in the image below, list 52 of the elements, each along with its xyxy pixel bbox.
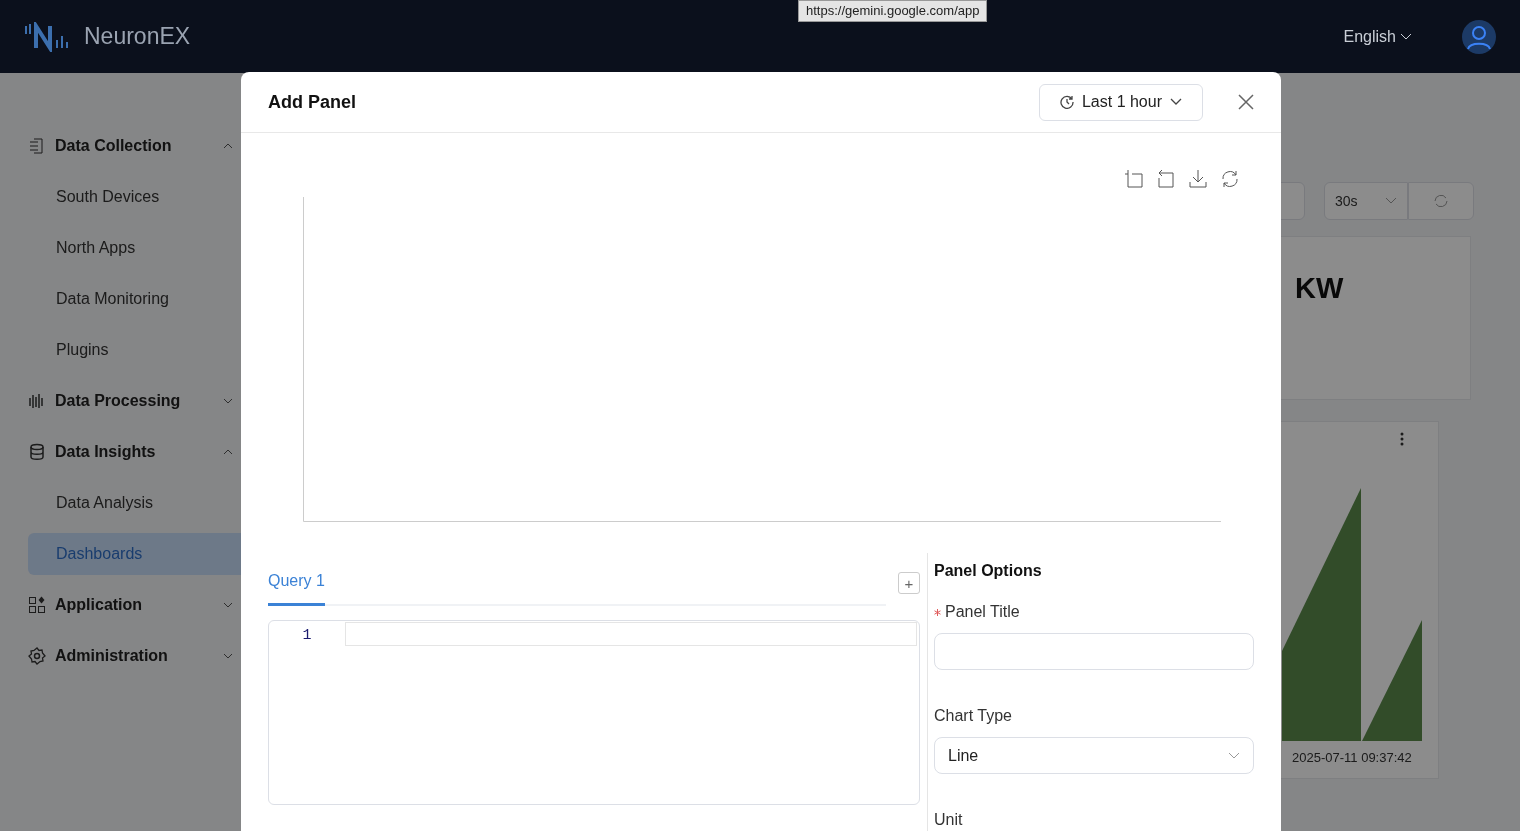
url-tooltip: https://gemini.google.com/app bbox=[798, 0, 988, 22]
field-label: Unit bbox=[934, 810, 963, 830]
chart-type-select[interactable]: Line bbox=[934, 737, 1254, 774]
card-value: KW bbox=[1295, 271, 1344, 306]
query-tab[interactable]: Query 1 bbox=[268, 569, 325, 606]
chevron-down-icon bbox=[223, 653, 233, 659]
sidebar-group[interactable]: Application bbox=[28, 584, 241, 626]
apps-icon bbox=[28, 596, 46, 614]
axis-label: 2025-07-11 09:37:42 bbox=[1292, 749, 1412, 767]
sidebar-item[interactable]: North Apps bbox=[28, 227, 241, 269]
query-editor[interactable]: 1 bbox=[268, 620, 920, 805]
logo-text: NeuronEX bbox=[84, 22, 191, 52]
refresh-select[interactable]: 30s bbox=[1324, 182, 1408, 220]
chevron-down-icon bbox=[223, 398, 233, 404]
section-heading: Panel Options bbox=[934, 561, 1043, 581]
sidebar-item[interactable]: Data Analysis bbox=[28, 482, 241, 524]
add-query-button[interactable]: + bbox=[898, 572, 920, 594]
more-icon[interactable] bbox=[1400, 432, 1404, 446]
undo-icon[interactable] bbox=[1156, 169, 1176, 189]
clock-icon bbox=[1059, 95, 1074, 109]
bars-icon bbox=[28, 392, 46, 410]
text-input[interactable] bbox=[934, 633, 1254, 670]
chevron-up-icon bbox=[223, 143, 233, 149]
time-range-button[interactable]: Last 1 hour bbox=[1038, 83, 1203, 121]
line-number: 1 bbox=[302, 626, 312, 646]
avatar-icon[interactable] bbox=[1462, 19, 1496, 54]
chevron-down-icon bbox=[1400, 32, 1412, 41]
sidebar-item[interactable]: Data Monitoring bbox=[28, 278, 241, 320]
field-label: Chart Type bbox=[934, 706, 1012, 726]
database-icon bbox=[28, 443, 46, 461]
required-icon bbox=[934, 608, 941, 616]
sidebar-group[interactable]: Administration bbox=[28, 635, 241, 677]
chevron-down-icon bbox=[1228, 751, 1240, 760]
refresh-interval-text: 30s bbox=[1335, 191, 1358, 211]
refresh-icon[interactable] bbox=[1220, 169, 1240, 189]
close-icon[interactable] bbox=[1238, 94, 1254, 110]
list-icon bbox=[28, 137, 46, 155]
refresh-icon bbox=[1433, 193, 1449, 209]
chevron-up-icon bbox=[223, 449, 233, 455]
sidebar-group[interactable]: Data Processing bbox=[28, 380, 241, 422]
chevron-down-icon bbox=[223, 602, 233, 608]
sidebar-item[interactable]: Plugins bbox=[28, 329, 241, 371]
sidebar-group[interactable]: Data Insights bbox=[28, 431, 241, 473]
sidebar-group[interactable]: Data Collection bbox=[28, 125, 241, 167]
field-label: Panel Title bbox=[945, 602, 1020, 622]
download-icon[interactable] bbox=[1188, 169, 1208, 189]
chevron-down-icon bbox=[1385, 197, 1397, 205]
dialog-title: Add Panel bbox=[268, 90, 356, 114]
gear-icon bbox=[28, 647, 46, 665]
language-selector[interactable]: English bbox=[1343, 24, 1412, 49]
sidebar-item[interactable]: South Devices bbox=[28, 176, 241, 218]
chevron-down-icon bbox=[1170, 98, 1182, 106]
